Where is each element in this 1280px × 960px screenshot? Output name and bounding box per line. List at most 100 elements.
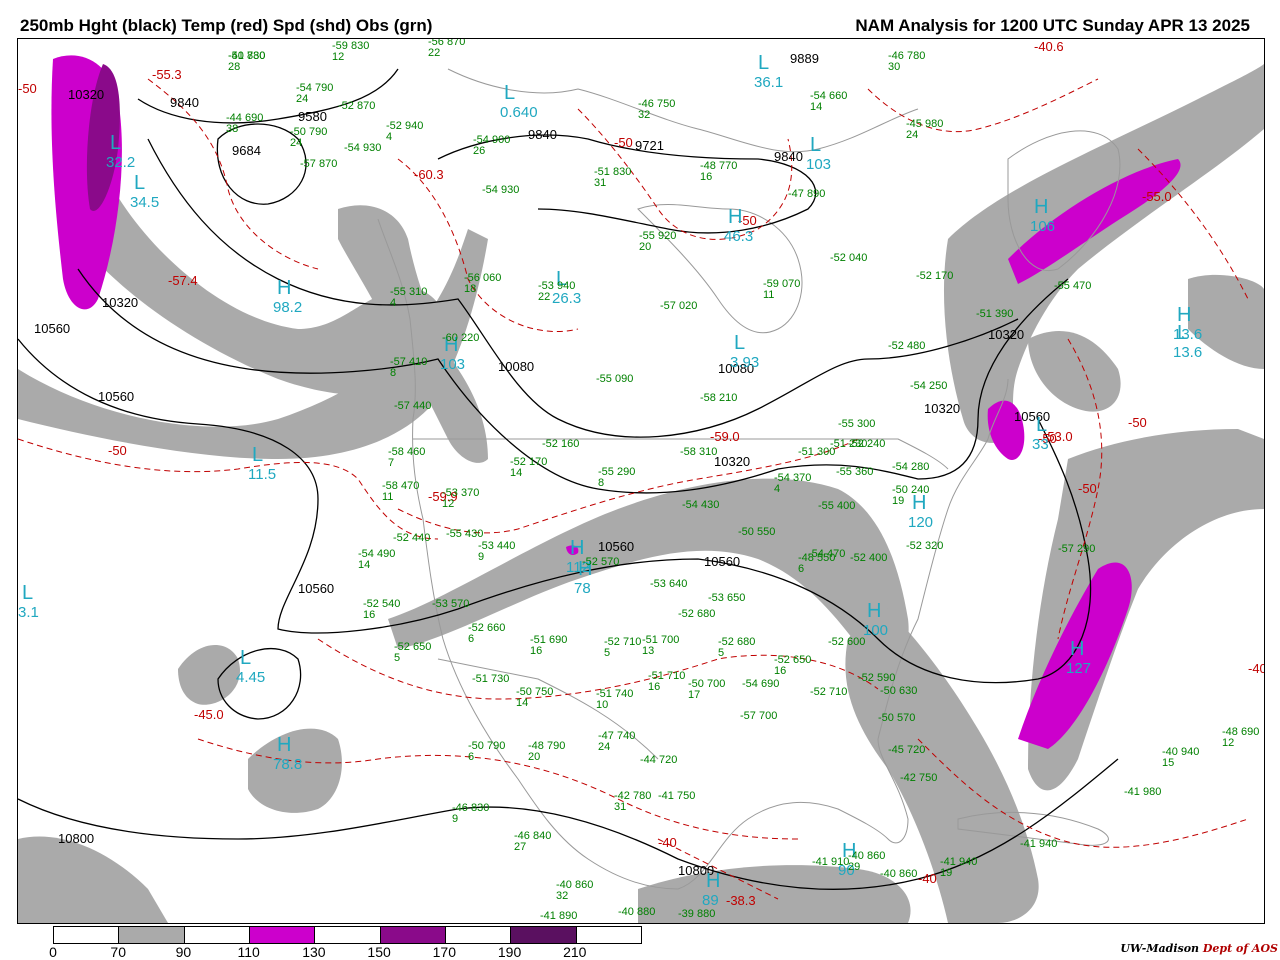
legend-tick-label: 70 bbox=[110, 944, 127, 960]
legend-cell-3 bbox=[249, 927, 316, 943]
legend-tick-label: 0 bbox=[49, 944, 57, 960]
height-label: 10560 bbox=[298, 581, 334, 596]
height-label: 10560 bbox=[704, 554, 740, 569]
pressure-center-letter: L bbox=[134, 172, 145, 194]
station-dewpoint-depression: 24 bbox=[290, 137, 302, 149]
station-dewpoint-depression: 16 bbox=[530, 645, 542, 657]
height-label: 10560 bbox=[598, 539, 634, 554]
station-observation: -41 980 bbox=[1124, 786, 1161, 798]
pressure-center-letter: L bbox=[810, 134, 821, 156]
station-dewpoint-depression: 4 bbox=[390, 297, 396, 309]
temperature-label: -38.3 bbox=[726, 893, 756, 908]
station-dewpoint-depression: 31 bbox=[594, 177, 606, 189]
station-dewpoint-depression: 32 bbox=[556, 890, 568, 902]
legend-tick-label: 210 bbox=[563, 944, 587, 960]
legend-cell-8 bbox=[576, 927, 641, 943]
station-observation: -57 440 bbox=[394, 400, 431, 412]
jet-east-atlantic bbox=[1028, 330, 1121, 412]
isotherm-northeast bbox=[867, 78, 1099, 133]
station-dewpoint-depression: 29 bbox=[848, 861, 860, 873]
station-observation: -57 700 bbox=[740, 710, 777, 722]
station-dewpoint-depression: 6 bbox=[468, 633, 474, 645]
station-dewpoint-depression: 8 bbox=[390, 367, 396, 379]
height-label: 9840 bbox=[774, 149, 803, 164]
station-dewpoint-depression: 17 bbox=[688, 689, 700, 701]
station-observation: -52 440 bbox=[393, 532, 430, 544]
station-dewpoint-depression: 14 bbox=[810, 101, 822, 113]
station-observation: -54 470 bbox=[808, 548, 845, 560]
station-dewpoint-depression: 14 bbox=[358, 559, 370, 571]
station-dewpoint-depression: 9 bbox=[478, 551, 484, 563]
pressure-center-value: 36.1 bbox=[754, 74, 783, 91]
pressure-center-letter: L bbox=[1177, 322, 1188, 344]
station-dewpoint-depression: 12 bbox=[1222, 737, 1234, 749]
map-title: 250mb Hght (black) Temp (red) Spd (shd) … bbox=[20, 16, 433, 35]
pressure-center-value: 127 bbox=[1066, 660, 1091, 677]
pressure-center-letter: H bbox=[1034, 196, 1048, 218]
station-dewpoint-depression: 10 bbox=[596, 699, 608, 711]
station-observation: -41 910 bbox=[812, 856, 849, 868]
station-dewpoint-depression: 24 bbox=[598, 741, 610, 753]
station-observation: -51 730 bbox=[472, 673, 509, 685]
legend-tick-label: 170 bbox=[432, 944, 457, 960]
station-observation: -52 590 bbox=[858, 672, 895, 684]
station-observation: -57 290 bbox=[1058, 543, 1095, 555]
pressure-center-letter: H bbox=[706, 870, 720, 892]
pressure-center-value: 26.3 bbox=[552, 290, 581, 307]
station-observation: -52 400 bbox=[850, 552, 887, 564]
station-dewpoint-depression: 22 bbox=[538, 291, 550, 303]
weather-map: 10320 9580 9840 9684 9840 9721 9840 9889 10320 10… bbox=[17, 38, 1265, 924]
station-observation: -58 210 bbox=[700, 392, 737, 404]
pressure-center-value: 3.93 bbox=[730, 354, 759, 371]
pressure-center-letter: L bbox=[504, 82, 515, 104]
station-observation: -55 470 bbox=[1054, 280, 1091, 292]
pressure-center-letter: L bbox=[758, 52, 769, 74]
station-observation: -50 570 bbox=[878, 712, 915, 724]
hudson-bay bbox=[637, 204, 803, 334]
station-observation: -54 430 bbox=[682, 499, 719, 511]
pressure-center-value: 78.8 bbox=[273, 756, 302, 773]
temperature-label: -40 bbox=[1248, 661, 1264, 676]
station-observation: -47 890 bbox=[788, 188, 825, 200]
station-dewpoint-depression: 16 bbox=[700, 171, 712, 183]
station-dewpoint-depression: 13 bbox=[642, 645, 654, 657]
temperature-label: -55.0 bbox=[1142, 189, 1172, 204]
height-label: 9840 bbox=[170, 95, 199, 110]
pressure-center-value: 103 bbox=[440, 356, 465, 373]
station-observation: -44 720 bbox=[640, 754, 677, 766]
station-observation: -51 390 bbox=[976, 308, 1013, 320]
pressure-center-value: 100 bbox=[863, 622, 888, 639]
pressure-center-value: 33 bbox=[1032, 436, 1049, 453]
height-label: 10560 bbox=[34, 321, 70, 336]
station-dewpoint-depression: 6 bbox=[468, 751, 474, 763]
pressure-center-value: 98.2 bbox=[273, 299, 302, 316]
station-observation: -52 160 bbox=[542, 438, 579, 450]
temperature-label: -40 bbox=[918, 871, 937, 886]
credit-dept: Dept of AOS bbox=[1202, 942, 1278, 955]
station-dewpoint-depression: 30 bbox=[888, 61, 900, 73]
legend-cell-0 bbox=[54, 927, 120, 943]
station-dewpoint-depression: 7 bbox=[388, 457, 394, 469]
station-observation: -54 930 bbox=[482, 184, 519, 196]
station-dewpoint-depression: 6 bbox=[798, 563, 804, 575]
station-observation: -52 870 bbox=[338, 100, 375, 112]
station-observation: -50 630 bbox=[880, 685, 917, 697]
height-label: 10560 bbox=[98, 389, 134, 404]
station-dewpoint-depression: 14 bbox=[510, 467, 522, 479]
station-observation: -40 880 bbox=[228, 50, 265, 62]
station-observation: -54 930 bbox=[344, 142, 381, 154]
jet-southwest-corner bbox=[18, 836, 168, 923]
station-observation: -57 020 bbox=[660, 300, 697, 312]
legend-cell-7 bbox=[511, 927, 577, 943]
station-observation: -41 940 bbox=[1020, 838, 1057, 850]
station-observation: -52 170 bbox=[916, 270, 953, 282]
height-label: 9684 bbox=[232, 143, 261, 158]
legend-cell-6 bbox=[445, 927, 512, 943]
jet-subtropical-pacific bbox=[178, 645, 240, 705]
legend-cell-2 bbox=[184, 927, 250, 943]
station-observation: -45 720 bbox=[888, 744, 925, 756]
station-observation: -60 220 bbox=[442, 332, 479, 344]
station-observation: -41 890 bbox=[540, 910, 577, 922]
station-observation: -40 880 bbox=[618, 906, 655, 918]
temperature-label: -57.4 bbox=[168, 273, 198, 288]
